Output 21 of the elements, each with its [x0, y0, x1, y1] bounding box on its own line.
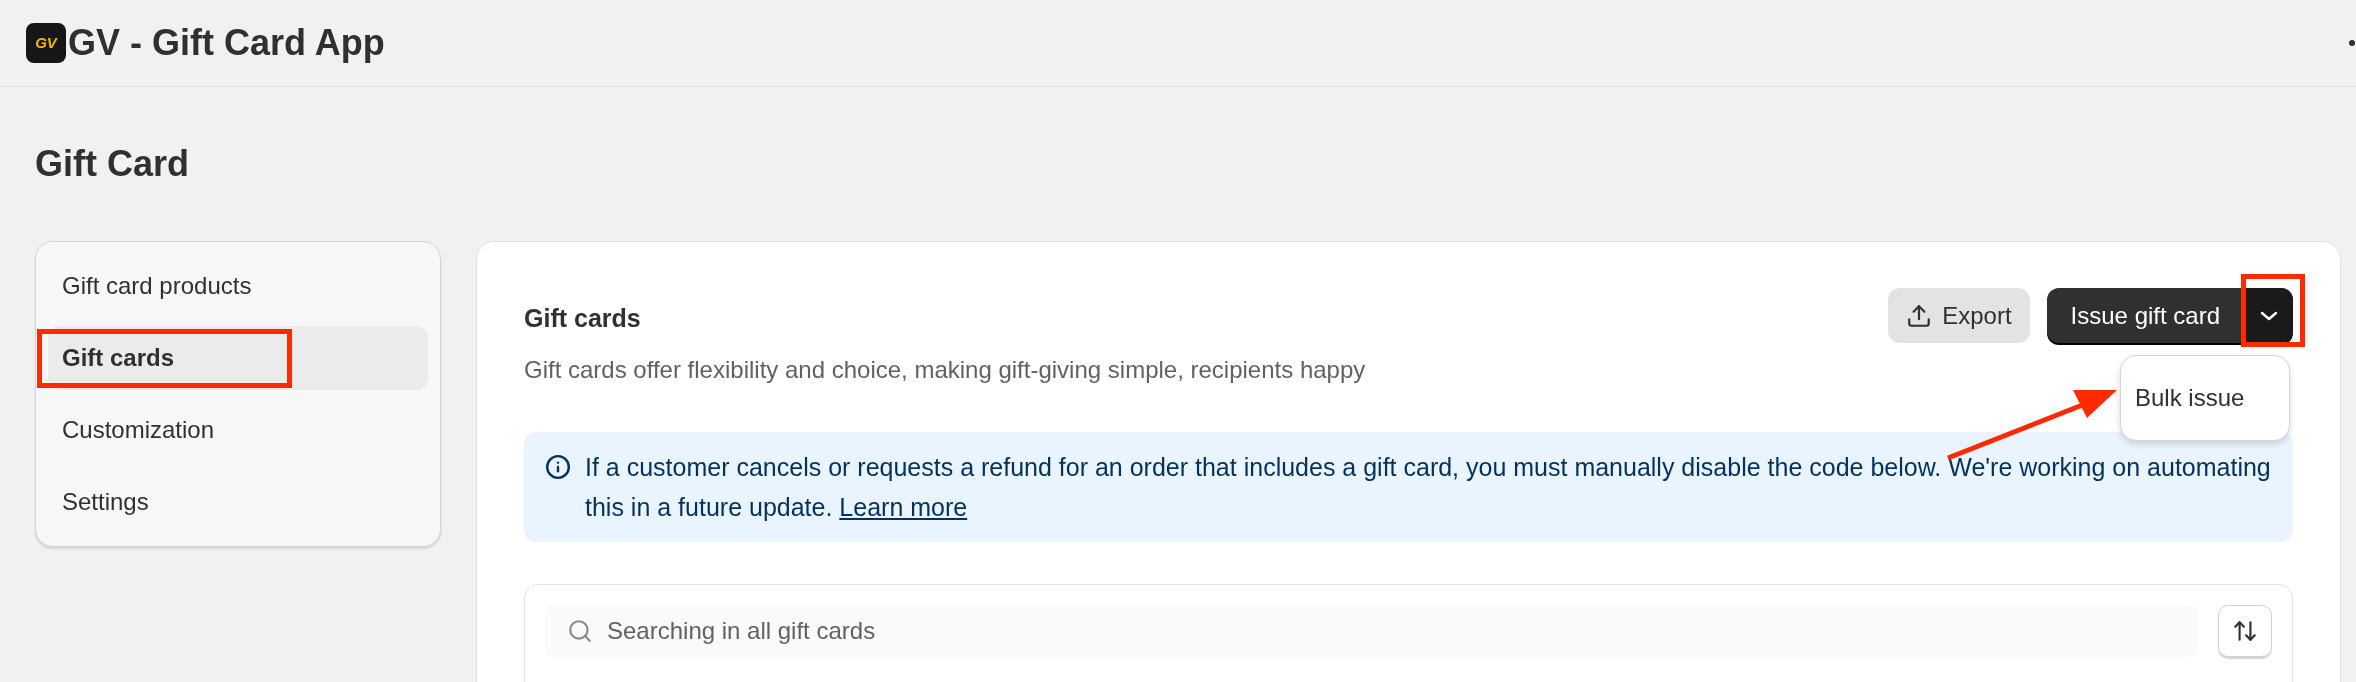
- sidebar-item[interactable]: Settings: [48, 470, 428, 534]
- chevron-icon: [2260, 310, 2278, 321]
- card-title: Gift cards: [524, 303, 642, 334]
- dropdown-toggle[interactable]: [2245, 288, 2293, 343]
- app-title: GV - Gift Card App: [68, 21, 385, 65]
- card-description: Gift cards offer flexibility and choice, making gift-giving simple, recipients happy: [524, 354, 1366, 385]
- learn-more-link[interactable]: Learn more: [839, 492, 968, 521]
- page-title: Gift Card: [35, 142, 190, 186]
- sidebar-item[interactable]: Gift card products: [48, 254, 428, 318]
- sort-button[interactable]: [2218, 604, 2272, 657]
- info-icon: [545, 453, 571, 480]
- search-icon: [567, 617, 593, 644]
- app-logo: GV: [26, 23, 66, 63]
- banner-text: If a customer cancels or requests a refund for an order that includes a gift card, you must manually disable the code below. We're working on automating this in a future update. Learn more: [585, 451, 2272, 523]
- export-button[interactable]: Export: [1888, 288, 2030, 343]
- sidebar-item[interactable]: Customization: [48, 398, 428, 462]
- sidebar-item[interactable]: Gift cards: [48, 326, 428, 390]
- more-icon[interactable]: [2348, 39, 2356, 47]
- upload-icon: [1906, 302, 1933, 329]
- menu-item[interactable]: Bulk issue: [2127, 372, 2283, 424]
- search-field[interactable]: Searching in all gift cards: [545, 604, 2198, 657]
